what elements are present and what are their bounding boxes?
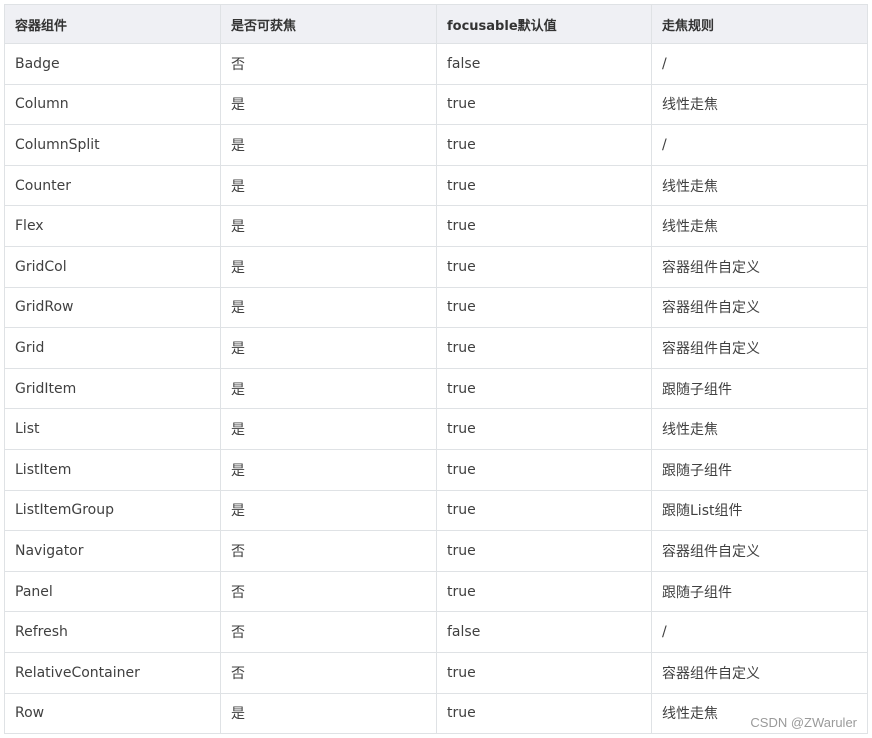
cell-focusable: 否 — [220, 530, 437, 572]
cell-default: true — [436, 83, 652, 126]
cell-focusable: 否 — [220, 43, 437, 85]
cell-component: Panel — [4, 570, 221, 613]
cell-focusable: 是 — [220, 489, 437, 532]
cell-rule: 线性走焦 — [651, 83, 868, 126]
cell-focusable: 是 — [220, 205, 437, 247]
cell-component: GridItem — [4, 367, 221, 410]
column-header-focus-rule: 走焦规则 — [651, 4, 868, 44]
table-row: Grid 是 true 容器组件自定义 — [4, 327, 868, 369]
cell-component: ListItemGroup — [4, 489, 221, 532]
cell-rule: 跟随子组件 — [651, 367, 868, 410]
column-header-component: 容器组件 — [4, 4, 221, 44]
cell-component: GridRow — [4, 286, 221, 329]
table-row: Panel 否 true 跟随子组件 — [4, 570, 868, 613]
cell-default: true — [436, 367, 652, 410]
table-row: GridRow 是 true 容器组件自定义 — [4, 286, 868, 329]
focus-rules-table: 容器组件 是否可获焦 focusable默认值 走焦规则 Badge 否 fal… — [4, 4, 868, 735]
table-row: GridItem 是 true 跟随子组件 — [4, 367, 868, 410]
table-row: List 是 true 线性走焦 — [4, 408, 868, 450]
cell-default: true — [436, 489, 652, 532]
cell-component: Navigator — [4, 530, 221, 572]
cell-default: true — [436, 530, 652, 572]
table-row: ListItem 是 true 跟随子组件 — [4, 448, 868, 491]
cell-rule: 跟随子组件 — [651, 448, 868, 491]
table-row: Navigator 否 true 容器组件自定义 — [4, 530, 868, 572]
table-row: RelativeContainer 否 true 容器组件自定义 — [4, 651, 868, 694]
cell-default: true — [436, 327, 652, 369]
table-row: GridCol 是 true 容器组件自定义 — [4, 245, 868, 288]
cell-default: true — [436, 570, 652, 613]
cell-focusable: 是 — [220, 327, 437, 369]
cell-component: Badge — [4, 43, 221, 85]
table-row: Row 是 true 线性走焦 — [4, 692, 868, 735]
cell-default: true — [436, 692, 652, 735]
cell-rule: 容器组件自定义 — [651, 327, 868, 369]
cell-rule: 容器组件自定义 — [651, 286, 868, 329]
cell-focusable: 是 — [220, 286, 437, 329]
cell-component: GridCol — [4, 245, 221, 288]
cell-rule: / — [651, 43, 868, 85]
table-row: ListItemGroup 是 true 跟随List组件 — [4, 489, 868, 532]
table-row: ColumnSplit 是 true / — [4, 124, 868, 166]
cell-default: true — [436, 286, 652, 329]
cell-component: RelativeContainer — [4, 651, 221, 694]
column-header-focusable-default: focusable默认值 — [436, 4, 652, 44]
cell-default: true — [436, 245, 652, 288]
cell-rule: / — [651, 124, 868, 166]
cell-focusable: 是 — [220, 367, 437, 410]
table-header-row: 容器组件 是否可获焦 focusable默认值 走焦规则 — [4, 4, 868, 44]
cell-component: ColumnSplit — [4, 124, 221, 166]
cell-rule: 跟随List组件 — [651, 489, 868, 532]
cell-rule: 容器组件自定义 — [651, 530, 868, 572]
table-row: Refresh 否 false / — [4, 611, 868, 653]
table-row: Column 是 true 线性走焦 — [4, 83, 868, 126]
cell-default: false — [436, 611, 652, 653]
cell-default: true — [436, 408, 652, 450]
cell-focusable: 是 — [220, 83, 437, 126]
cell-component: Refresh — [4, 611, 221, 653]
cell-rule: 跟随子组件 — [651, 570, 868, 613]
column-header-focusable: 是否可获焦 — [220, 4, 437, 44]
cell-rule: 容器组件自定义 — [651, 651, 868, 694]
table-row: Badge 否 false / — [4, 43, 868, 85]
cell-component: List — [4, 408, 221, 450]
cell-focusable: 是 — [220, 692, 437, 735]
cell-rule: 线性走焦 — [651, 205, 868, 247]
cell-component: Flex — [4, 205, 221, 247]
cell-default: true — [436, 448, 652, 491]
cell-component: Row — [4, 692, 221, 735]
cell-default: false — [436, 43, 652, 85]
cell-rule: 容器组件自定义 — [651, 245, 868, 288]
cell-component: Grid — [4, 327, 221, 369]
table-row: Flex 是 true 线性走焦 — [4, 205, 868, 247]
cell-rule: / — [651, 611, 868, 653]
cell-focusable: 是 — [220, 164, 437, 207]
cell-default: true — [436, 124, 652, 166]
cell-component: Column — [4, 83, 221, 126]
csdn-watermark: CSDN @ZWaruler — [750, 715, 857, 730]
cell-focusable: 否 — [220, 611, 437, 653]
focus-rules-table-container: 容器组件 是否可获焦 focusable默认值 走焦规则 Badge 否 fal… — [4, 4, 868, 735]
cell-component: Counter — [4, 164, 221, 207]
cell-component: ListItem — [4, 448, 221, 491]
cell-rule: 线性走焦 — [651, 164, 868, 207]
cell-focusable: 是 — [220, 245, 437, 288]
cell-focusable: 否 — [220, 570, 437, 613]
cell-rule: 线性走焦 — [651, 408, 868, 450]
cell-focusable: 是 — [220, 448, 437, 491]
cell-focusable: 是 — [220, 408, 437, 450]
table-row: Counter 是 true 线性走焦 — [4, 164, 868, 207]
cell-focusable: 否 — [220, 651, 437, 694]
cell-default: true — [436, 205, 652, 247]
cell-default: true — [436, 651, 652, 694]
cell-focusable: 是 — [220, 124, 437, 166]
cell-default: true — [436, 164, 652, 207]
